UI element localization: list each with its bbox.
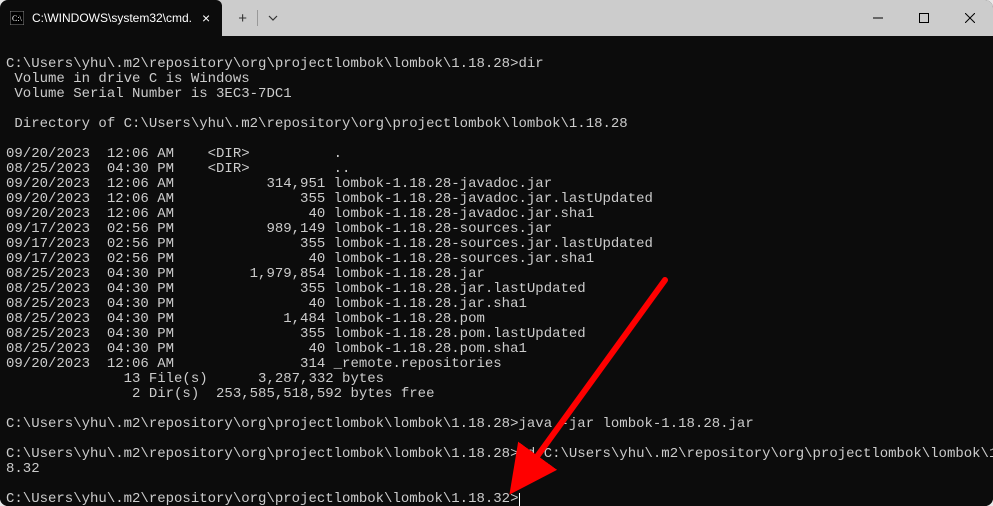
command-wrap: 8.32	[6, 461, 40, 477]
active-tab[interactable]: C:\ C:\WINDOWS\system32\cmd. ×	[0, 0, 222, 36]
titlebar: C:\ C:\WINDOWS\system32\cmd. × +	[0, 0, 993, 36]
dir-entry: 09/17/2023 02:56 PM 355 lombok-1.18.28-s…	[6, 236, 653, 252]
dir-entry: 09/17/2023 02:56 PM 989,149 lombok-1.18.…	[6, 221, 552, 237]
dir-entry: 09/20/2023 12:06 AM 314,951 lombok-1.18.…	[6, 176, 552, 192]
command: cd C:\Users\yhu\.m2\repository\org\proje…	[518, 446, 993, 462]
dir-entry: 09/20/2023 12:06 AM <DIR> .	[6, 146, 342, 162]
dir-entry: 08/25/2023 04:30 PM 1,979,854 lombok-1.1…	[6, 266, 485, 282]
output-line: Volume in drive C is Windows	[6, 71, 250, 87]
terminal-output[interactable]: C:\Users\yhu\.m2\repository\org\projectl…	[0, 36, 993, 506]
tab-close-button[interactable]: ×	[200, 9, 212, 27]
cursor	[519, 493, 520, 506]
cmd-icon: C:\	[10, 11, 24, 25]
dir-entry: 08/25/2023 04:30 PM 355 lombok-1.18.28.j…	[6, 281, 586, 297]
minimize-button[interactable]	[855, 0, 901, 36]
dir-entry: 09/20/2023 12:06 AM 355 lombok-1.18.28-j…	[6, 191, 653, 207]
svg-text:C:\: C:\	[12, 14, 23, 23]
dir-entry: 08/25/2023 04:30 PM 1,484 lombok-1.18.28…	[6, 311, 485, 327]
dir-entry: 08/25/2023 04:30 PM 40 lombok-1.18.28.ja…	[6, 296, 527, 312]
maximize-button[interactable]	[901, 0, 947, 36]
prompt: C:\Users\yhu\.m2\repository\org\projectl…	[6, 446, 518, 462]
prompt: C:\Users\yhu\.m2\repository\org\projectl…	[6, 416, 518, 432]
close-button[interactable]	[947, 0, 993, 36]
command: dir	[518, 56, 543, 72]
tab-title: C:\WINDOWS\system32\cmd.	[32, 11, 192, 25]
command: java -jar lombok-1.18.28.jar	[518, 416, 753, 432]
dir-entry: 09/20/2023 12:06 AM 314 _remote.reposito…	[6, 356, 502, 372]
tab-controls: +	[222, 0, 294, 36]
window-controls	[855, 0, 993, 36]
dir-summary: 13 File(s) 3,287,332 bytes	[6, 371, 384, 387]
output-line: Volume Serial Number is 3EC3-7DC1	[6, 86, 292, 102]
dir-entry: 09/17/2023 02:56 PM 40 lombok-1.18.28-so…	[6, 251, 594, 267]
tab-dropdown-button[interactable]	[258, 0, 288, 36]
dir-entry: 08/25/2023 04:30 PM 40 lombok-1.18.28.po…	[6, 341, 527, 357]
dir-summary: 2 Dir(s) 253,585,518,592 bytes free	[6, 386, 434, 402]
dir-entry: 08/25/2023 04:30 PM 355 lombok-1.18.28.p…	[6, 326, 586, 342]
new-tab-button[interactable]: +	[228, 0, 257, 36]
output-line: Directory of C:\Users\yhu\.m2\repository…	[6, 116, 628, 132]
dir-entry: 09/20/2023 12:06 AM 40 lombok-1.18.28-ja…	[6, 206, 594, 222]
prompt: C:\Users\yhu\.m2\repository\org\projectl…	[6, 56, 518, 72]
prompt: C:\Users\yhu\.m2\repository\org\projectl…	[6, 491, 518, 506]
dir-entry: 08/25/2023 04:30 PM <DIR> ..	[6, 161, 350, 177]
cmd-window: C:\ C:\WINDOWS\system32\cmd. × + C:	[0, 0, 993, 506]
